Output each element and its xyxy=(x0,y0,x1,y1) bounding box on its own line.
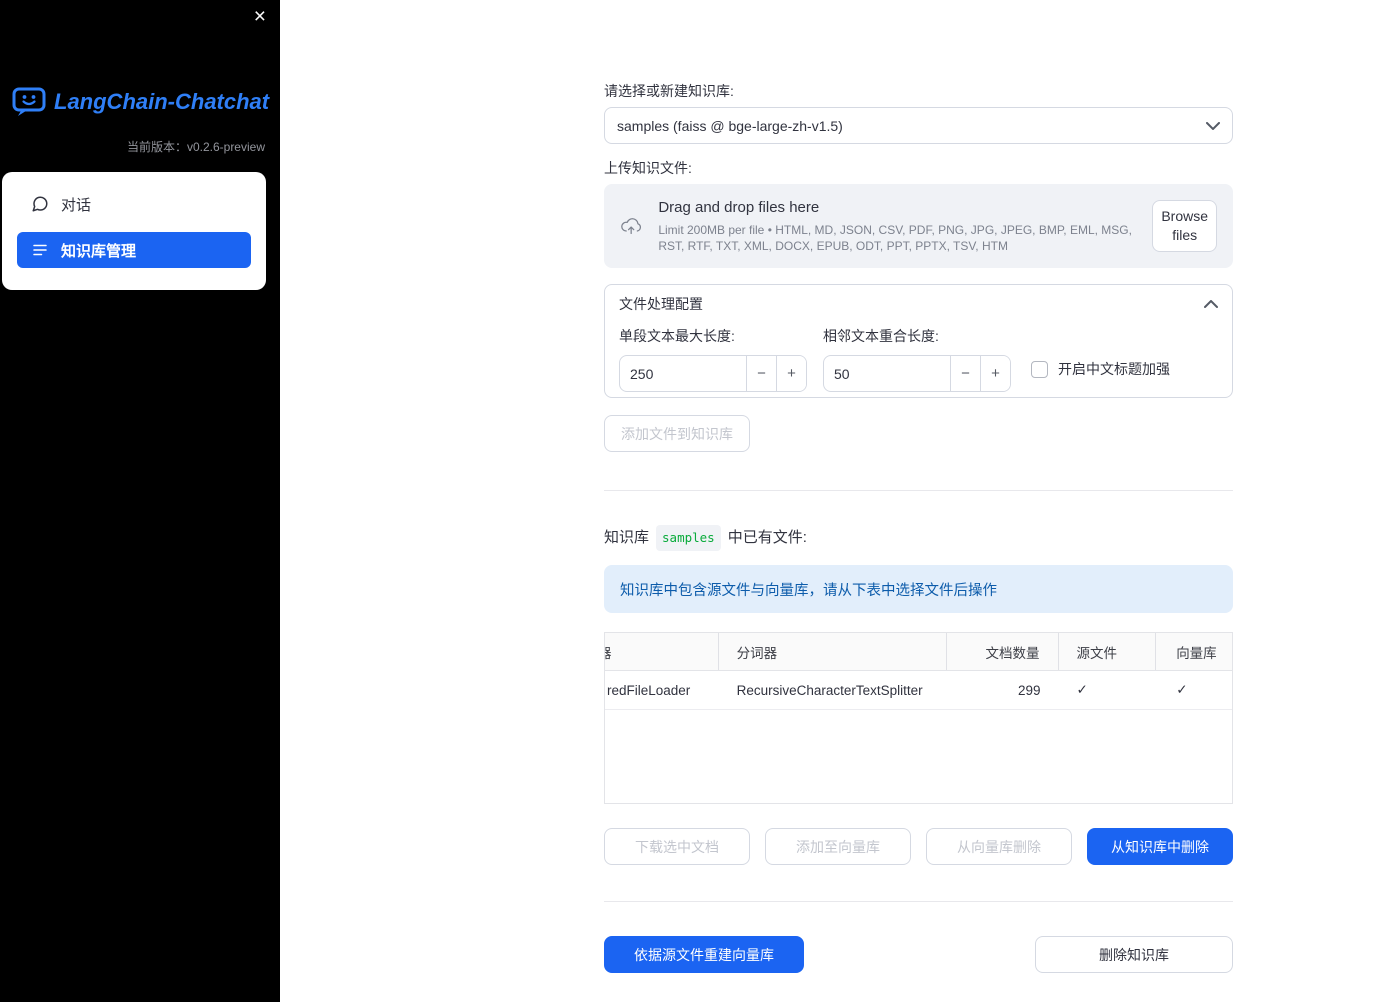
kb-select-value: samples (faiss @ bge-large-zh-v1.5) xyxy=(617,117,843,134)
header-label: 器 xyxy=(605,642,612,662)
close-sidebar-icon[interactable]: × xyxy=(254,5,266,29)
rebuild-vector-store-button[interactable]: 依据源文件重建向量库 xyxy=(604,936,804,973)
cell-value: redFileLoader xyxy=(607,682,691,698)
nav-item-label: 知识库管理 xyxy=(61,242,137,260)
chunk-size-input[interactable]: − + xyxy=(619,355,807,392)
dropzone-text: Drag and drop files here Limit 200MB per… xyxy=(658,199,1136,254)
logo-chat-icon xyxy=(12,87,46,116)
kb-files-table: 器 分词器 文档数量 源文件 向量库 redFileLoader xyxy=(604,632,1233,804)
chat-bubble-icon xyxy=(32,196,48,212)
chunk-size-label: 单段文本最大长度: xyxy=(619,328,735,344)
chunk-overlap-label: 相邻文本重合长度: xyxy=(823,328,939,344)
cell-source-file-check: ✓ xyxy=(1059,671,1156,709)
increment-button[interactable]: + xyxy=(776,356,806,391)
table-header-vector-store[interactable]: 向量库 xyxy=(1156,633,1232,670)
table-header-doc-count[interactable]: 文档数量 xyxy=(947,633,1060,670)
header-label: 向量库 xyxy=(1176,645,1217,661)
cloud-upload-icon xyxy=(621,218,641,235)
download-selected-button[interactable]: 下载选中文档 xyxy=(604,828,750,865)
zh-title-enhance-checkbox[interactable]: 开启中文标题加强 xyxy=(1031,359,1170,379)
cell-doc-count: 299 xyxy=(947,671,1060,709)
kb-bottom-actions: 依据源文件重建向量库 删除知识库 xyxy=(604,936,1233,973)
cell-value: 299 xyxy=(1017,682,1041,698)
delete-kb-button[interactable]: 删除知识库 xyxy=(1035,936,1233,973)
chunk-overlap-field: 相邻文本重合长度: − + xyxy=(823,328,1011,392)
decrement-button[interactable]: − xyxy=(746,356,776,391)
decrement-button[interactable]: − xyxy=(950,356,980,391)
chevron-up-icon xyxy=(1204,299,1218,308)
checkmark-icon: ✓ xyxy=(1076,682,1088,697)
delete-from-vector-store-button[interactable]: 从向量库删除 xyxy=(926,828,1072,865)
dropzone-hint: Limit 200MB per file • HTML, MD, JSON, C… xyxy=(658,222,1132,253)
list-icon xyxy=(33,244,47,256)
header-label: 分词器 xyxy=(736,645,778,661)
file-dropzone[interactable]: Drag and drop files here Limit 200MB per… xyxy=(604,184,1233,268)
sidebar: × LangChain-Chatchat 当前版本：v0.2.6-preview… xyxy=(0,0,280,1002)
expander-header[interactable]: 文件处理配置 xyxy=(605,285,1232,322)
cell-loader: redFileLoader xyxy=(605,671,719,709)
nav-item-chat[interactable]: 对话 xyxy=(17,186,251,222)
chevron-down-icon xyxy=(1206,121,1220,130)
kb-name-code: samples xyxy=(656,525,721,551)
cell-value: RecursiveCharacterTextSplitter xyxy=(736,682,923,698)
chunk-size-field: 单段文本最大长度: − + xyxy=(619,328,807,392)
browse-files-button[interactable]: Browse files xyxy=(1152,200,1217,252)
expander-body: 单段文本最大长度: − + 相邻文本重合长度: − + xyxy=(605,322,1232,392)
kb-select-label: 请选择或新建知识库: xyxy=(604,83,734,99)
header-label: 文档数量 xyxy=(985,645,1040,661)
info-banner: 知识库中包含源文件与向量库，请从下表中选择文件后操作 xyxy=(604,565,1233,613)
divider xyxy=(604,901,1233,902)
chunk-overlap-input[interactable]: − + xyxy=(823,355,1011,392)
checkbox-box[interactable] xyxy=(1031,360,1048,378)
kb-management-panel: 请选择或新建知识库: samples (faiss @ bge-large-zh… xyxy=(604,0,1233,973)
existing-files-line: 知识库 samples 中已有文件: xyxy=(604,525,1233,551)
dropzone-title: Drag and drop files here xyxy=(658,198,820,216)
divider xyxy=(604,490,1233,491)
version-label: 当前版本：v0.2.6-preview xyxy=(126,140,265,154)
chunk-size-value[interactable] xyxy=(620,356,746,391)
upload-label: 上传知识文件: xyxy=(604,160,692,176)
existing-files-suffix: 中已有文件: xyxy=(727,529,807,546)
nav-item-knowledge-base[interactable]: 知识库管理 xyxy=(17,232,251,268)
cell-vector-store-check: ✓ xyxy=(1156,671,1232,709)
delete-from-kb-button[interactable]: 从知识库中删除 xyxy=(1087,828,1233,865)
main-area: 请选择或新建知识库: samples (faiss @ bge-large-zh… xyxy=(280,0,1380,1002)
checkmark-icon: ✓ xyxy=(1176,682,1188,697)
chunk-overlap-value[interactable] xyxy=(824,356,950,391)
add-files-to-kb-button[interactable]: 添加文件到知识库 xyxy=(604,415,750,452)
table-header-splitter[interactable]: 分词器 xyxy=(719,633,947,670)
expander-title: 文件处理配置 xyxy=(619,295,703,312)
file-config-expander: 文件处理配置 单段文本最大长度: − + 相邻文本重合长度: xyxy=(604,284,1233,398)
table-header-row: 器 分词器 文档数量 源文件 向量库 xyxy=(605,633,1232,671)
header-label: 源文件 xyxy=(1076,645,1117,661)
cell-splitter: RecursiveCharacterTextSplitter xyxy=(719,671,947,709)
checkbox-label: 开启中文标题加强 xyxy=(1058,361,1170,377)
logo-text: LangChain-Chatchat xyxy=(54,89,270,114)
nav-item-label: 对话 xyxy=(61,196,92,214)
app-logo: LangChain-Chatchat xyxy=(12,86,269,118)
increment-button[interactable]: + xyxy=(980,356,1010,391)
table-row[interactable]: redFileLoader RecursiveCharacterTextSpli… xyxy=(605,671,1232,710)
table-header-loader[interactable]: 器 xyxy=(605,633,719,670)
file-action-row: 下载选中文档 添加至向量库 从向量库删除 从知识库中删除 xyxy=(604,828,1233,865)
table-header-source-file[interactable]: 源文件 xyxy=(1059,633,1157,670)
add-to-vector-store-button[interactable]: 添加至向量库 xyxy=(765,828,911,865)
kb-select[interactable]: samples (faiss @ bge-large-zh-v1.5) xyxy=(604,107,1233,144)
existing-files-prefix: 知识库 xyxy=(604,529,650,546)
sidebar-nav: 对话 知识库管理 xyxy=(2,172,266,290)
